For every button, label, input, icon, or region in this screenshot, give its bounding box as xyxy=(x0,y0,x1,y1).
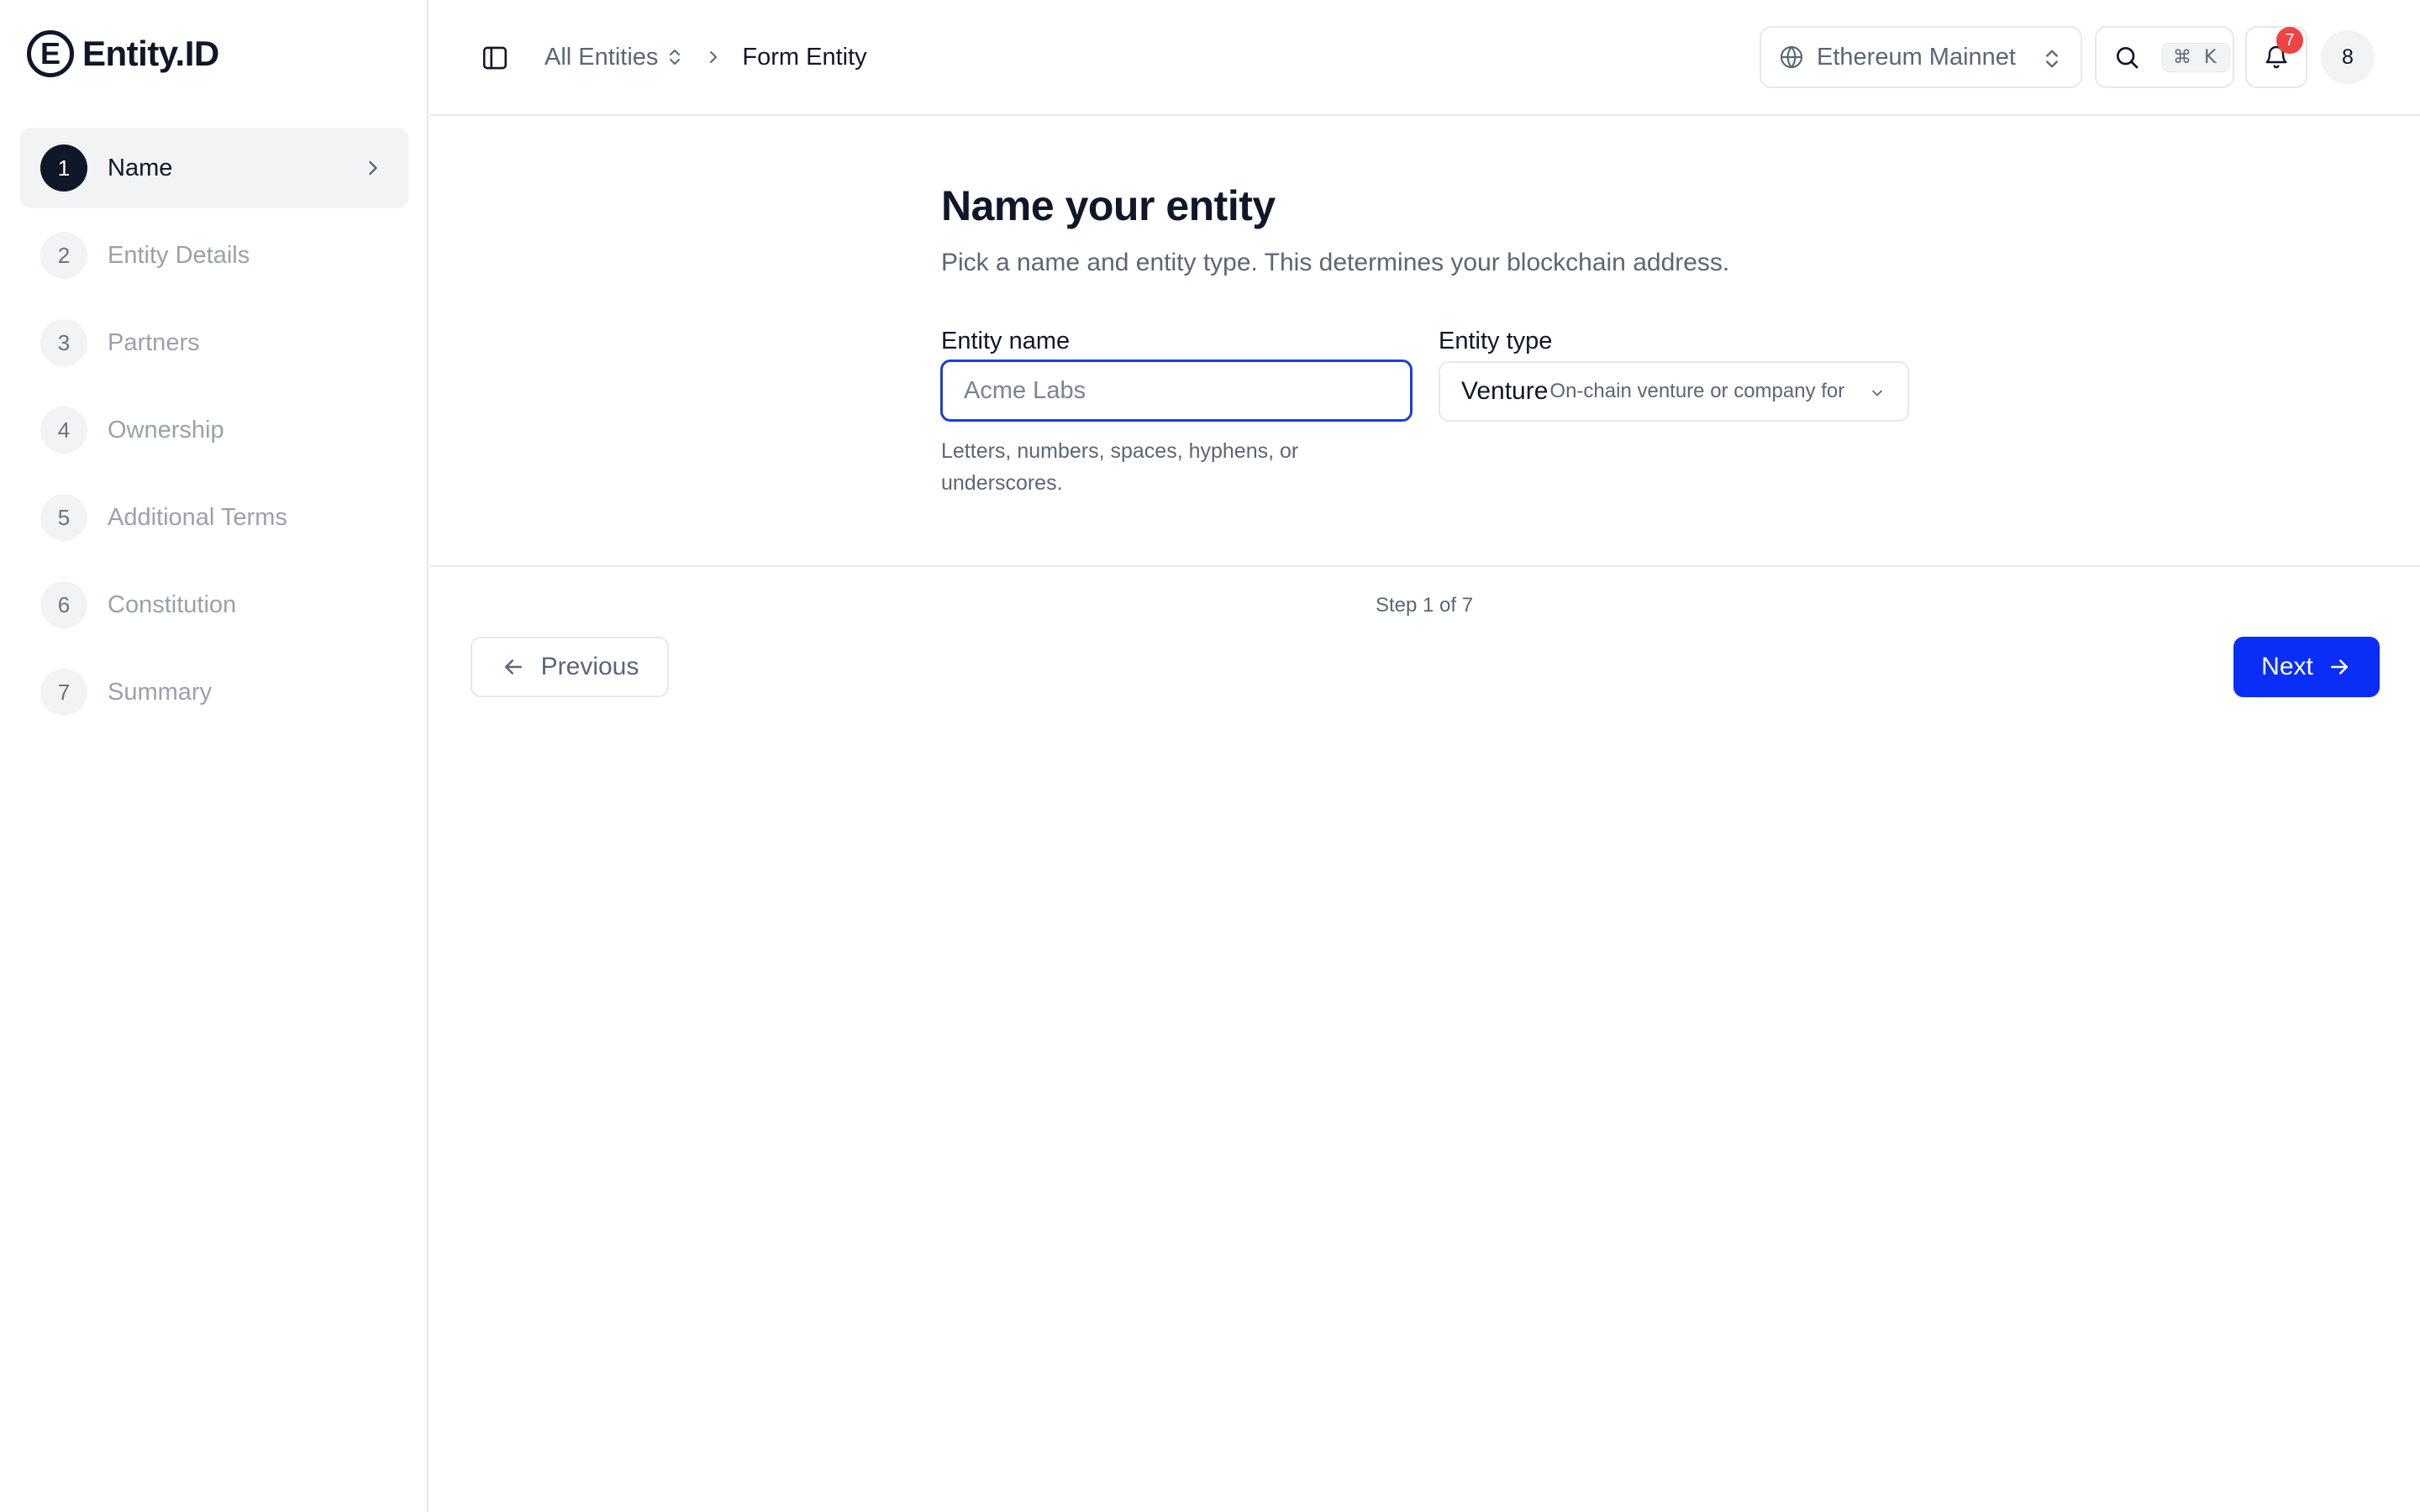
chevron-up-down-icon xyxy=(670,50,681,65)
entity-name-label: Entity name xyxy=(941,328,1071,354)
next-button[interactable]: Next xyxy=(2233,637,2380,697)
chevron-right-icon xyxy=(710,51,718,63)
step-number: 3 xyxy=(40,319,87,366)
step-number: 5 xyxy=(40,494,87,541)
previous-button-label: Previous xyxy=(540,653,639,680)
sidebar: E Entity.ID 1 Name 2 Entity Details 3 Pa… xyxy=(0,0,429,1512)
next-button-label: Next xyxy=(2261,653,2313,680)
sidebar-toggle-icon[interactable] xyxy=(481,44,509,72)
step-list: 1 Name 2 Entity Details 3 Partners 4 Own… xyxy=(20,128,408,739)
entity-type-value: Venture xyxy=(1461,377,1549,405)
step-item-constitution[interactable]: 6 Constitution xyxy=(20,564,408,645)
entity-type-label: Entity type xyxy=(1439,328,1553,354)
step-label: Summary xyxy=(108,678,213,706)
entity-name-hint: Letters, numbers, spaces, hyphens, or un… xyxy=(941,439,1299,495)
page-title: Name your entity xyxy=(941,182,1276,229)
search-shortcut: ⌘ K xyxy=(2162,42,2231,72)
step-number: 1 xyxy=(40,144,87,192)
chevron-up-down-icon xyxy=(2046,50,2058,68)
breadcrumb-root-label: All Entities xyxy=(544,43,659,71)
step-label: Entity Details xyxy=(108,241,250,269)
app-root: E Entity.ID 1 Name 2 Entity Details 3 Pa… xyxy=(0,0,2420,1512)
step-item-entity-details[interactable]: 2 Entity Details xyxy=(20,215,408,296)
brand-name: Entity.ID xyxy=(82,34,219,73)
step-item-partners[interactable]: 3 Partners xyxy=(20,302,408,383)
step-item-ownership[interactable]: 4 Ownership xyxy=(20,390,408,470)
brand-logo-icon: E xyxy=(27,30,74,77)
step-item-summary[interactable]: 7 Summary xyxy=(20,652,408,732)
user-avatar[interactable]: 8 xyxy=(2321,30,2375,84)
breadcrumb: All Entities Form Entity xyxy=(544,39,867,76)
step-label: Partners xyxy=(108,328,200,356)
entity-type-select[interactable]: Venture On-chain venture or company for xyxy=(1439,361,1909,422)
step-number: 4 xyxy=(40,407,87,454)
page-subtitle: Pick a name and entity type. This determ… xyxy=(941,249,1730,276)
step-item-additional-terms[interactable]: 5 Additional Terms xyxy=(20,477,408,558)
chevron-down-icon xyxy=(1869,385,1886,402)
notification-count-badge: 7 xyxy=(2276,27,2303,54)
network-selector[interactable]: Ethereum Mainnet xyxy=(1760,26,2082,88)
step-item-name[interactable]: 1 Name xyxy=(20,128,408,208)
step-label: Ownership xyxy=(108,416,224,444)
step-label: Name xyxy=(108,154,173,181)
footer-divider xyxy=(430,565,2420,567)
entity-name-input[interactable] xyxy=(940,360,1413,422)
entity-type-description: On-chain venture or company for xyxy=(1549,380,1845,402)
arrow-left-icon xyxy=(504,659,522,675)
breadcrumb-current: Form Entity xyxy=(742,43,867,71)
previous-button[interactable]: Previous xyxy=(471,637,669,697)
brand[interactable]: E Entity.ID xyxy=(27,29,219,79)
step-number: 6 xyxy=(40,581,87,628)
network-name: Ethereum Mainnet xyxy=(1817,43,2016,71)
step-label: Constitution xyxy=(108,591,237,618)
globe-icon xyxy=(1780,45,1803,69)
step-label: Additional Terms xyxy=(108,503,287,531)
top-header: All Entities Form Entity Ethereum Mainne… xyxy=(430,0,2420,116)
breadcrumb-all-entities[interactable]: All Entities xyxy=(544,44,685,71)
step-number: 2 xyxy=(40,232,87,279)
search-icon xyxy=(2117,47,2139,69)
step-indicator: Step 1 of 7 xyxy=(1375,594,1474,617)
arrow-right-icon xyxy=(2330,659,2348,675)
step-number: 7 xyxy=(40,669,87,716)
chevron-right-icon xyxy=(369,160,377,176)
search-button[interactable]: ⌘ K xyxy=(2095,26,2234,88)
